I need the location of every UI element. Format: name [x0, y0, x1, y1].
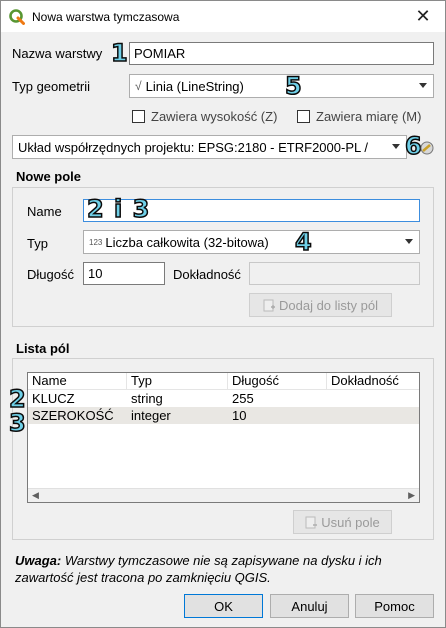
- row-name: SZEROKOŚĆ: [32, 408, 114, 423]
- note-text: Warstwy tymczasowe nie są zapisywane na …: [15, 553, 382, 585]
- table-header: Name Typ Długość Dokładność: [28, 373, 419, 390]
- row-precision: [327, 407, 419, 424]
- precision-label: Dokładność: [173, 267, 241, 282]
- chevron-down-icon: [405, 239, 413, 244]
- geometry-type-combo[interactable]: √ Linia (LineString): [129, 74, 434, 98]
- column-header-type[interactable]: Typ: [127, 373, 228, 389]
- chevron-down-icon: [392, 144, 400, 149]
- length-input[interactable]: 10: [83, 262, 165, 285]
- row-type: integer: [131, 408, 171, 423]
- remove-field-button[interactable]: Usuń pole: [293, 510, 392, 534]
- row-type: string: [131, 391, 163, 406]
- checkbox-box: [132, 110, 145, 123]
- length-value: 10: [88, 266, 103, 281]
- callout-2: 2: [8, 385, 27, 413]
- crs-combo[interactable]: Układ współrzędnych projektu: EPSG:2180 …: [12, 135, 407, 159]
- chevron-down-icon: [419, 83, 427, 88]
- field-type-value: Liczba całkowita (32-bitowa): [105, 234, 269, 250]
- scroll-right-icon[interactable]: ▶: [408, 490, 415, 501]
- field-list-title: Lista pól: [16, 341, 70, 356]
- note-bold: Uwaga:: [15, 553, 62, 568]
- scroll-left-icon[interactable]: ◀: [32, 490, 39, 501]
- has-m-checkbox[interactable]: Zawiera miarę (M): [297, 109, 421, 124]
- field-type-label: Typ: [27, 236, 48, 251]
- linestring-icon: √: [135, 79, 142, 93]
- crs-value: Układ współrzędnych projektu: EPSG:2180 …: [18, 139, 368, 155]
- integer-type-icon: 123: [89, 237, 103, 247]
- layer-name-label: Nazwa warstwy: [12, 46, 103, 61]
- callout-2-i-3: 2 i 3: [86, 195, 151, 223]
- column-header-name[interactable]: Name: [28, 373, 127, 389]
- row-length: 255: [232, 391, 254, 406]
- qgis-logo-icon: [9, 8, 25, 25]
- geometry-type-value: Linia (LineString): [145, 78, 244, 94]
- crs-select-icon[interactable]: [420, 141, 434, 155]
- cancel-button[interactable]: Anuluj: [270, 594, 349, 618]
- has-m-label: Zawiera miarę (M): [316, 109, 422, 124]
- length-label: Długość: [27, 267, 74, 282]
- new-field-title: Nowe pole: [16, 169, 82, 184]
- geometry-type-label: Typ geometrii: [12, 79, 91, 94]
- horizontal-scrollbar[interactable]: ◀ ▶: [28, 488, 419, 502]
- callout-4: 4: [294, 228, 313, 256]
- field-table[interactable]: Name Typ Długość Dokładność KLUCZ string…: [27, 372, 420, 503]
- table-row[interactable]: KLUCZ string 255: [28, 390, 419, 407]
- column-header-precision[interactable]: Dokładność: [327, 373, 419, 389]
- column-header-length[interactable]: Długość: [228, 373, 327, 389]
- dialog-window: Nowa warstwa tymczasowa ✕ Nazwa warstwy …: [0, 0, 446, 628]
- row-length: 10: [232, 408, 247, 423]
- layer-name-input[interactable]: POMIAR: [129, 42, 434, 65]
- has-z-checkbox[interactable]: Zawiera wysokość (Z): [132, 109, 277, 124]
- row-name: KLUCZ: [32, 391, 75, 406]
- help-button[interactable]: Pomoc: [355, 594, 434, 618]
- add-field-button[interactable]: Dodaj do listy pól: [249, 293, 392, 317]
- temporary-layer-note: Uwaga: Warstwy tymczasowe nie są zapisyw…: [15, 552, 435, 586]
- add-field-label: Dodaj do listy pól: [279, 297, 378, 313]
- row-precision: [327, 390, 419, 407]
- title-bar: Nowa warstwa tymczasowa ✕: [1, 1, 445, 32]
- field-type-combo[interactable]: 123 Liczba całkowita (32-bitowa): [83, 230, 420, 254]
- remove-field-icon: [305, 516, 318, 528]
- callout-3: 3: [8, 409, 27, 437]
- remove-field-label: Usuń pole: [321, 514, 380, 530]
- table-row[interactable]: SZEROKOŚĆ integer 10: [28, 407, 419, 424]
- precision-input[interactable]: [249, 262, 420, 285]
- field-name-label: Name: [27, 204, 62, 219]
- layer-name-value: POMIAR: [134, 46, 186, 61]
- has-z-label: Zawiera wysokość (Z): [151, 109, 278, 124]
- callout-5: 5: [284, 72, 303, 100]
- callout-1: 1: [110, 39, 129, 67]
- close-icon[interactable]: ✕: [401, 1, 445, 32]
- checkbox-box: [297, 110, 310, 123]
- add-field-icon: [263, 299, 275, 311]
- ok-button[interactable]: OK: [184, 594, 263, 618]
- window-title: Nowa warstwa tymczasowa: [32, 9, 180, 24]
